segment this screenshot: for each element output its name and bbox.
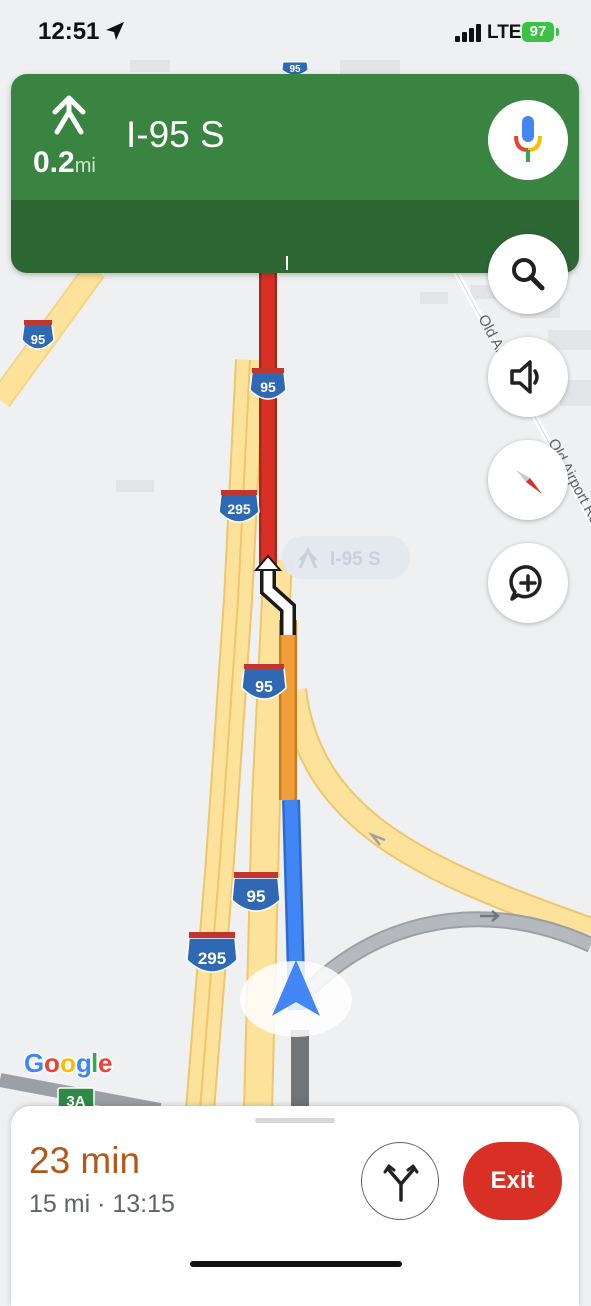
shield-95-1: 95: [21, 320, 55, 350]
svg-text:I-95 S: I-95 S: [330, 549, 381, 570]
microphone-icon: [514, 116, 542, 162]
svg-text:95: 95: [247, 887, 266, 906]
svg-text:o: o: [44, 1048, 60, 1078]
svg-text:G: G: [24, 1048, 44, 1078]
google-logo: G o o g l e: [23, 1047, 116, 1087]
battery-level: 97: [522, 22, 554, 42]
alternate-routes-icon: [383, 1164, 419, 1202]
road-name: I-95 S: [126, 114, 225, 155]
volume-button[interactable]: [488, 337, 568, 417]
distance-unit: mi: [74, 155, 96, 177]
svg-text:295: 295: [198, 949, 226, 968]
home-indicator[interactable]: [190, 1261, 402, 1267]
exit-navigation-button[interactable]: Exit: [463, 1142, 562, 1220]
search-icon: [512, 258, 545, 291]
navigation-instruction-card[interactable]: 0.2mi I-95 S: [11, 74, 579, 273]
status-time: 12:51: [38, 18, 100, 45]
location-services-icon: [106, 22, 124, 40]
compass-icon: [516, 470, 542, 494]
battery-icon: 97: [522, 22, 560, 42]
svg-text:95: 95: [260, 379, 276, 395]
network-type: LTE: [487, 22, 522, 43]
instruction-header: 0.2mi I-95 S: [11, 74, 579, 200]
eta-duration: 23 min: [29, 1140, 141, 1181]
lane-divider: [286, 256, 288, 270]
voice-search-button[interactable]: [488, 100, 568, 180]
shield-295-1: 295: [218, 490, 260, 523]
svg-text:e: e: [98, 1048, 112, 1078]
add-report-button[interactable]: [488, 543, 568, 623]
distance-to-maneuver: 0.2mi: [33, 146, 96, 180]
distance-value: 0.2: [33, 146, 75, 179]
shield-95-4: 95: [231, 872, 281, 912]
volume-icon: [510, 360, 539, 394]
merge-arrow-icon: [52, 95, 86, 135]
trip-summary-sheet[interactable]: 23 min 15 mi · 13:15 Exit: [11, 1106, 579, 1306]
compass-button[interactable]: [488, 440, 568, 520]
status-bar: 12:51 LTE 97: [0, 0, 591, 62]
svg-text:g: g: [76, 1048, 92, 1078]
svg-text:295: 295: [227, 501, 251, 517]
shield-95-2: 95: [249, 368, 287, 400]
search-button[interactable]: [488, 234, 568, 314]
signal-strength-icon: [455, 24, 481, 42]
alternate-routes-button[interactable]: [361, 1142, 439, 1220]
svg-text:95: 95: [255, 679, 273, 696]
add-comment-icon: [509, 565, 542, 601]
map-road-callout: I-95 S: [282, 536, 410, 579]
shield-95-3: 95: [241, 664, 287, 700]
eta-details: 15 mi · 13:15: [29, 1190, 175, 1218]
sheet-drag-handle[interactable]: [255, 1118, 335, 1123]
svg-text:o: o: [60, 1048, 76, 1078]
svg-text:95: 95: [31, 332, 45, 347]
shield-295-2: 295: [186, 932, 238, 973]
